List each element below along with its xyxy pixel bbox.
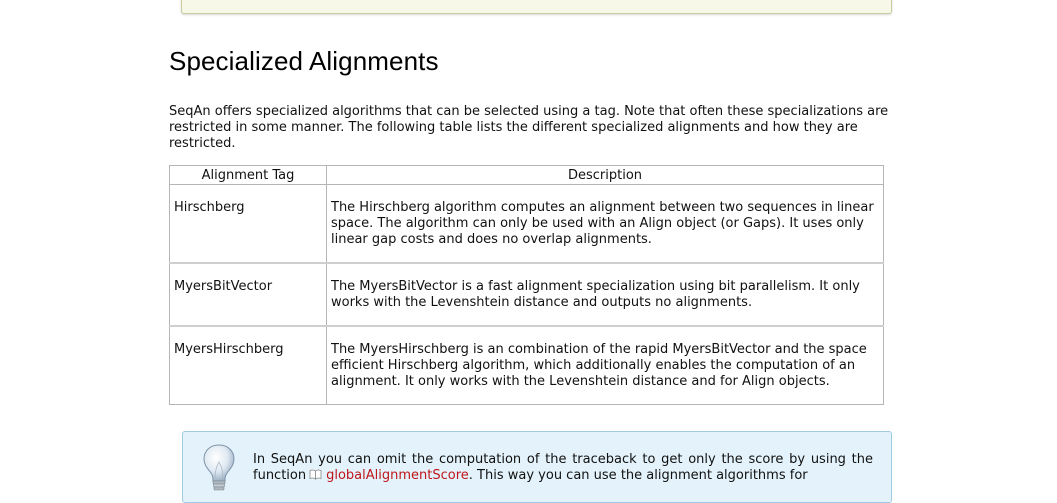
previous-note-box	[181, 0, 892, 14]
lightbulb-icon	[201, 442, 237, 498]
global-alignment-score-link[interactable]: globalAlignmentScore	[326, 468, 469, 483]
description-cell-myers-hirschberg: The MyersHirschberg is an combination of…	[326, 325, 884, 405]
section-title: Specialized Alignments	[169, 46, 439, 76]
tag-cell-hirschberg: Hirschberg	[169, 184, 327, 264]
header-description: Description	[326, 165, 884, 185]
tip-text: In SeqAn you can omit the computation of…	[253, 452, 873, 484]
tag-cell-myers-bit-vector: MyersBitVector	[169, 262, 327, 327]
tip-text-after: . This way you can use the alignment alg…	[468, 468, 808, 483]
tag-cell-myers-hirschberg: MyersHirschberg	[169, 325, 327, 405]
description-cell-myers-bit-vector: The MyersBitVector is a fast alignment s…	[326, 262, 884, 327]
header-alignment-tag: Alignment Tag	[169, 165, 327, 185]
table-row: MyersHirschberg The MyersHirschberg is a…	[169, 325, 884, 405]
description-cell-hirschberg: The Hirschberg algorithm computes an ali…	[326, 184, 884, 264]
intro-paragraph: SeqAn offers specialized algorithms that…	[169, 104, 889, 151]
table-header-row: Alignment Tag Description	[169, 165, 884, 185]
table-row: Hirschberg The Hirschberg algorithm comp…	[169, 184, 884, 264]
book-icon	[309, 469, 322, 480]
specialized-alignments-table: Alignment Tag Description Hirschberg The…	[169, 165, 884, 405]
table-row: MyersBitVector The MyersBitVector is a f…	[169, 262, 884, 327]
tip-box: In SeqAn you can omit the computation of…	[182, 431, 892, 503]
